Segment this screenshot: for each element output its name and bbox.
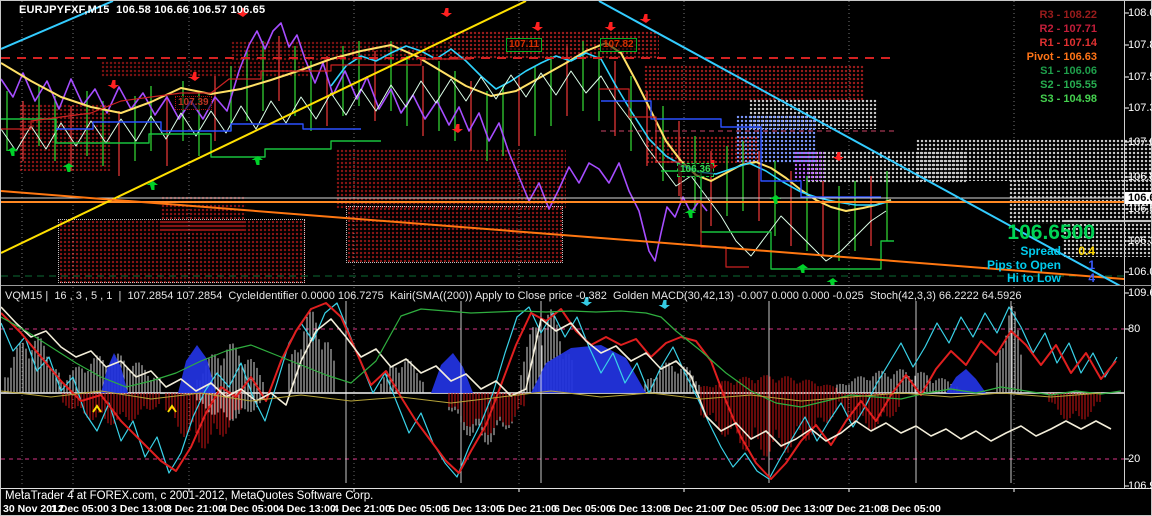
ichimoku-cloud [161,196,246,231]
current-price-label: 106.6500 [987,221,1095,245]
price-flag-label: 106.36 [677,163,714,177]
ichimoku-cloud [346,206,563,263]
price-flag-label: 107.82 [600,38,637,52]
sell-arrow-icon [441,8,453,17]
time-axis-label[interactable]: 8 Dec 05:00 [883,503,941,515]
panel-divider[interactable] [1,285,1152,286]
hi-to-low-value: 4 [1061,272,1095,286]
series-channel-green-right [661,171,894,269]
time-axis-label[interactable]: 6 Dec 05:00 [554,503,612,515]
spread-value: 0.4 [1061,245,1095,259]
ichimoku-cloud [336,149,566,209]
price-axis-label[interactable]: 80 [1128,323,1140,335]
indicator-values-header: VQM15 | 16 , 3 , 5 , 1 | 107.2854 107.28… [5,290,1022,302]
macd-mound [431,353,473,393]
pips-to-open-label: Pips to Open [987,258,1061,272]
sell-arrow-icon [108,80,120,89]
pivot-label: R3 - 108.22 [1027,8,1097,22]
spread-label: Spread [1020,244,1061,258]
buy-arrow-icon [797,264,809,273]
ichimoku-cloud [916,139,1152,181]
time-axis-label[interactable]: 6 Dec 21:00 [665,503,723,515]
price-axis-label[interactable]: 107.80 [1128,39,1152,51]
buy-arrow-icon [770,195,782,204]
pivot-levels-block: R3 - 108.22R2 - 107.71R1 - 107.14Pivot -… [1027,8,1097,106]
buy-arrow-icon [7,147,19,156]
time-axis-label[interactable]: 4 Dec 13:00 [278,503,336,515]
mark-icon [168,406,176,412]
series-stoch-slow-red [1,303,1116,479]
lower-plot-group [1,287,1124,487]
price-axis-label[interactable]: 108.05 [1128,7,1152,19]
time-axis-line[interactable] [1,488,1152,489]
pivot-label: R1 - 107.14 [1027,36,1097,50]
pivot-label: Pivot - 106.63 [1027,50,1097,64]
time-axis-label[interactable]: 5 Dec 05:00 [389,503,447,515]
time-axis-label[interactable]: 4 Dec 21:00 [333,503,391,515]
ichimoku-cloud [101,61,311,77]
price-axis-label[interactable]: 107.05 [1128,136,1152,148]
pivot-label: S1 - 106.06 [1027,64,1097,78]
price-axis-label[interactable]: 106.80 [1128,171,1152,183]
time-axis-label[interactable]: 7 Dec 21:00 [828,503,886,515]
pivot-label: R2 - 107.71 [1027,22,1097,36]
price-flag-label: 107.39 [175,96,212,110]
mark-icon [93,406,101,412]
price-axis-line[interactable] [1124,1,1125,488]
buy-arrow-icon [252,156,264,165]
price-axis-label[interactable]: 106.30 [1128,235,1152,247]
pips-to-open-value: 1 [1061,259,1095,273]
macd-mound [178,345,216,393]
series-signal-green [1,309,1121,407]
ichimoku-cloud [794,151,824,181]
ichimoku-cloud [19,104,111,171]
ichimoku-cloud [231,41,451,61]
series-olive-center [1,391,1101,403]
macd-mound [946,369,986,393]
hi-to-low-label: Hi to Low [1007,271,1061,285]
time-axis-label[interactable]: 4 Dec 05:00 [221,503,279,515]
sell-arrow-icon [532,22,544,31]
time-axis-label[interactable]: 7 Dec 05:00 [720,503,778,515]
price-axis-label[interactable]: 106.05 [1128,266,1152,278]
status-bar: MetaTrader 4 at FOREX.com, c 2001-2012, … [5,490,373,502]
sell-arrow-icon [452,124,464,133]
time-axis-label[interactable]: 3 Dec 13:00 [111,503,169,515]
price-axis-label[interactable]: 107.30 [1128,102,1152,114]
sell-arrow-icon [640,14,652,23]
buy-arrow-icon [685,209,697,218]
price-axis-label[interactable]: 109.614 [1128,287,1152,299]
mt4-chart-window: EURJPYFXF,M15 106.58 106.66 106.57 106.6… [0,0,1152,516]
time-axis-label[interactable]: 7 Dec 13:00 [773,503,831,515]
time-axis-label[interactable]: 5 Dec 13:00 [444,503,502,515]
symbol-ohlc-header: EURJPYFXF,M15 106.58 106.66 106.57 106.6… [19,4,265,16]
series-stoch-fast-cyan [1,303,1117,479]
price-axis-label[interactable]: 106.55 [1128,203,1152,215]
ichimoku-cloud [644,65,864,101]
price-info-block: 106.6500 Spread0.4 Pips to Open1 Hi to L… [987,221,1095,286]
sell-arrow-icon [605,22,617,31]
buy-arrow-icon [147,181,159,190]
series-kairi-white [1,307,1111,446]
macd-mound [101,353,128,393]
pivot-label: S2 - 105.55 [1027,78,1097,92]
price-axis-label[interactable]: 106.998 [1128,480,1152,492]
time-axis-label[interactable]: 1 Dec 05:00 [51,503,109,515]
time-axis-label[interactable]: 6 Dec 13:00 [610,503,668,515]
series-channel-red-mid [599,89,749,267]
price-axis-label[interactable]: 20 [1128,453,1140,465]
time-axis-label[interactable]: 5 Dec 21:00 [499,503,557,515]
macd-mound [531,345,646,393]
pivot-label: S3 - 104.98 [1027,92,1097,106]
time-axis-label[interactable]: 3 Dec 21:00 [166,503,224,515]
price-axis-label[interactable]: 107.55 [1128,71,1152,83]
price-flag-label: 107.11 [506,38,542,52]
